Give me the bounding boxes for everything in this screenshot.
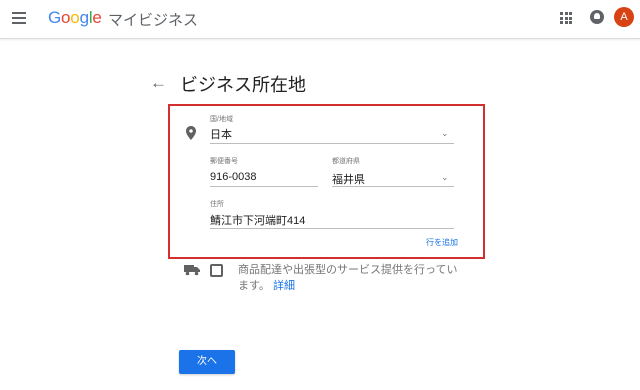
- service-checkbox[interactable]: [210, 264, 223, 277]
- country-underline: [210, 143, 454, 144]
- prefecture-underline: [332, 186, 454, 187]
- menu-icon[interactable]: [12, 12, 26, 24]
- address-input[interactable]: 鯖江市下河端町414: [210, 212, 305, 228]
- truck-icon: [184, 265, 200, 276]
- postal-code-label: 郵便番号: [210, 158, 238, 165]
- postal-code-input[interactable]: 916-0038: [210, 171, 257, 183]
- detail-link[interactable]: 詳細: [273, 280, 295, 292]
- address-label: 住所: [210, 201, 224, 208]
- postal-code-underline: [210, 186, 318, 187]
- service-text: 商品配達や出張型のサービス提供を行っています。: [238, 264, 458, 292]
- chevron-down-icon[interactable]: ⌄: [441, 128, 449, 139]
- next-button[interactable]: 次へ: [179, 350, 235, 374]
- address-underline: [210, 228, 454, 229]
- notification-icon[interactable]: [590, 10, 604, 24]
- location-pin-icon: [186, 126, 196, 140]
- page-title: ビジネス所在地: [180, 75, 306, 95]
- product-name: マイビジネス: [108, 12, 199, 29]
- google-logo[interactable]: Google: [48, 8, 102, 28]
- country-select[interactable]: 日本: [210, 126, 232, 142]
- apps-icon[interactable]: [560, 12, 572, 24]
- back-arrow-icon[interactable]: ←: [150, 74, 167, 91]
- prefecture-select[interactable]: 福井県: [332, 171, 365, 187]
- avatar[interactable]: A: [614, 7, 634, 27]
- top-app-bar: Google マイビジネス A: [0, 0, 640, 39]
- service-description: 商品配達や出張型のサービス提供を行っています。 詳細: [238, 262, 458, 294]
- add-line-link[interactable]: 行を追加: [426, 237, 458, 248]
- country-label: 国/地域: [210, 116, 233, 123]
- chevron-down-icon[interactable]: ⌄: [441, 172, 449, 183]
- prefecture-label: 都道府県: [332, 158, 360, 165]
